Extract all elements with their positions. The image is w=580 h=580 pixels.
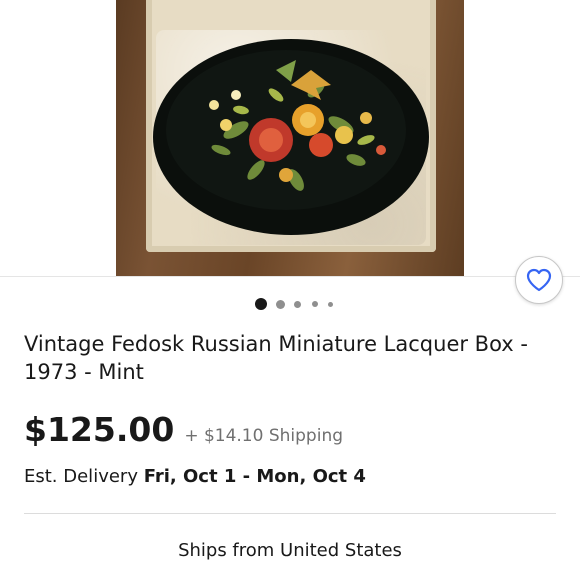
image-bottom-border [0,276,580,277]
delivery-dates: Fri, Oct 1 - Mon, Oct 4 [143,466,366,487]
heart-icon [526,268,552,292]
gallery-dot[interactable] [276,299,285,309]
ships-from: Ships from United States [178,540,402,561]
lacquer-box-illustration [153,39,429,235]
image-gallery[interactable] [0,0,580,277]
price-row: $125.00 + $14.10 Shipping [24,410,343,454]
shipping-cost: + $14.10 Shipping [184,426,344,446]
product-title: Vintage Fedosk Russian Miniature Lacquer… [24,332,528,384]
gallery-dot[interactable] [328,301,333,307]
delivery-label: Est. Delivery [24,466,144,487]
gallery-dot[interactable] [312,301,318,307]
section-divider [24,513,556,514]
gallery-dot[interactable] [294,300,301,308]
gallery-dot[interactable] [255,298,267,310]
estimated-delivery: Est. Delivery Fri, Oct 1 - Mon, Oct 4 [24,466,366,487]
gallery-pagination [0,297,580,311]
price: $125.00 [24,410,175,449]
product-image[interactable] [116,0,464,276]
